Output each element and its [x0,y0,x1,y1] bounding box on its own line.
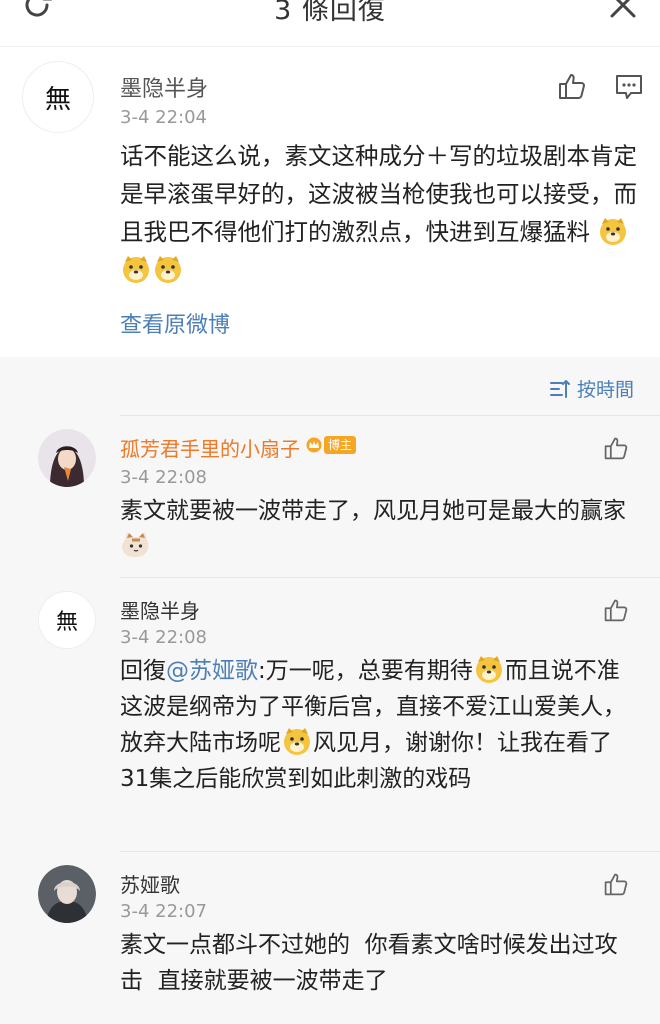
doge-emoji [284,728,310,755]
mention-link[interactable]: @苏娅歌 [166,658,258,684]
reply-text: 素文就要被一波带走了，风见月她可是最大的赢家 [120,498,626,524]
reply-timestamp: 3-4 22:07 [120,901,207,922]
reply-username[interactable]: 孤芳君手里的小扇子 博主 [120,433,357,462]
crown-icon [306,437,322,453]
sort-label: 按時間 [576,379,634,401]
comment-text: 话不能这么说，素文这种成分＋写的垃圾剧本肯定是早滚蛋早好的，这波被当枪使我也可以… [120,142,637,246]
reply-body: 回復@苏娅歌:万一呢，总要有期待 而且说不准这波是纲帝为了平衡后宫，直接不爱江山爱… [120,653,640,797]
reply-username[interactable]: 苏娅歌 [120,869,180,898]
reply-body: 素文一点都斗不过她的 你看素文啥时候发出过攻击 直接就要被一波带走了 [120,927,640,999]
avatar[interactable]: 無 [22,61,94,133]
comment-icon[interactable] [614,73,644,101]
page-title: 3 條回復 [274,0,386,26]
author-badge: 博主 [306,436,357,454]
list-item: 無 墨隐半身 3-4 22:08 回復@苏娅歌:万一呢，总要有期待 而且说不准这波… [0,577,660,849]
doge-emoji [123,256,149,283]
close-icon[interactable] [608,0,638,20]
view-original-link[interactable]: 查看原微博 [120,307,230,339]
doge-emoji [155,256,181,283]
like-icon[interactable] [603,597,629,623]
doge-emoji [475,656,502,683]
doge-emoji [600,218,627,245]
sort-icon [549,379,570,398]
replies-section: 按時間 孤芳君手里的小扇子 博主 3-4 22:08 素文就要被一波带走了，风见月… [0,357,660,1024]
divider [120,577,660,578]
badge-label: 博主 [324,436,357,454]
divider [120,851,660,852]
comment-body: 话不能这么说，素文这种成分＋写的垃圾剧本肯定是早滚蛋早好的，这波被当枪使我也可以… [120,137,640,289]
like-icon[interactable] [603,871,629,897]
reply-prefix: 回復 [120,658,166,684]
list-item: 孤芳君手里的小扇子 博主 3-4 22:08 素文就要被一波带走了，风见月她可是最… [0,415,660,575]
reply-timestamp: 3-4 22:08 [120,627,207,648]
header-bar: 3 條回復 [0,0,660,47]
username-text: 孤芳君手里的小扇子 [120,437,300,461]
reply-timestamp: 3-4 22:08 [120,467,207,488]
list-item: 苏娅歌 3-4 22:07 素文一点都斗不过她的 你看素文啥时候发出过攻击 直接… [0,851,660,1024]
comment-thread-page: 3 條回復 無 墨隐半身 3-4 22:04 话不能这么说，素文这种成分＋写的垃… [0,0,660,1024]
comment-timestamp: 3-4 22:04 [120,107,207,128]
like-icon[interactable] [603,435,629,461]
reply-username[interactable]: 墨隐半身 [120,595,200,624]
like-icon[interactable] [557,71,587,101]
cat-emoji [122,532,149,557]
reply-text: 素文一点都斗不过她的 你看素文啥时候发出过攻击 直接就要被一波带走了 [120,932,618,994]
avatar[interactable]: 無 [38,591,96,649]
reply-text: :万一呢，总要有期待 [258,658,473,684]
divider [120,415,660,416]
main-comment: 無 墨隐半身 3-4 22:04 话不能这么说，素文这种成分＋写的垃圾剧本肯定是… [0,47,660,357]
comment-username[interactable]: 墨隐半身 [120,71,208,103]
reply-body: 素文就要被一波带走了，风见月她可是最大的赢家 [120,493,640,565]
avatar[interactable] [38,429,96,487]
sort-button[interactable]: 按時間 [549,375,634,402]
avatar[interactable] [38,865,96,923]
